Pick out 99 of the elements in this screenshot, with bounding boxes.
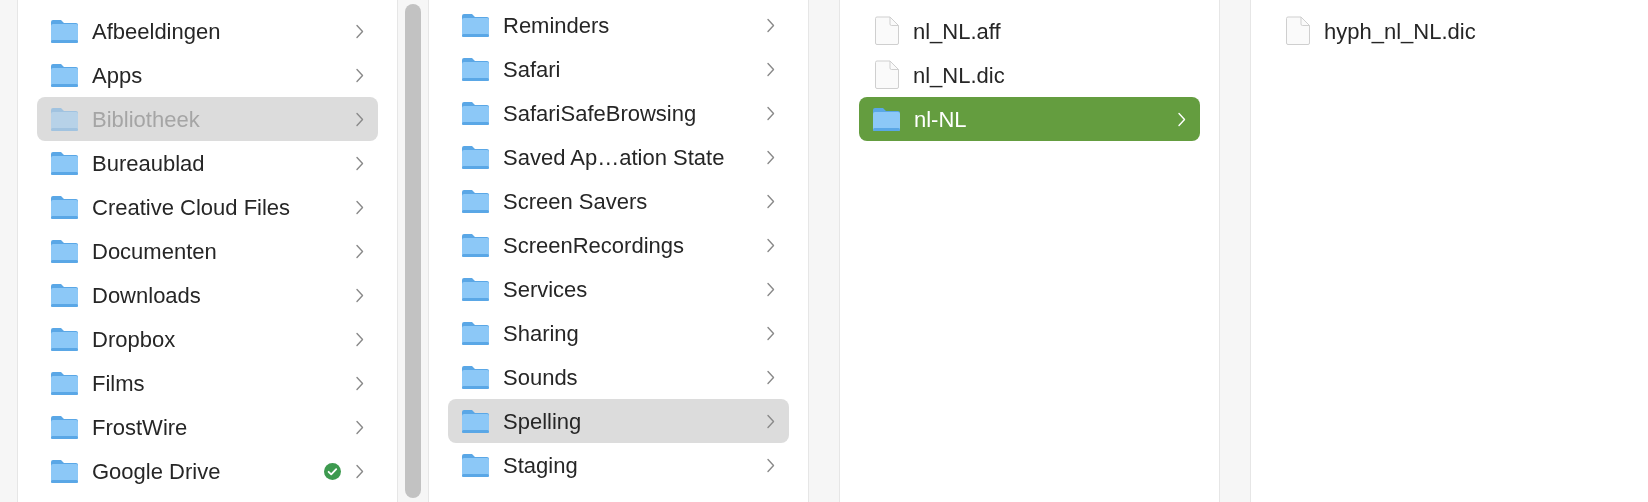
folder-icon: [50, 414, 79, 440]
folder-item[interactable]: Saved Ap…ation State: [448, 135, 789, 179]
item-name: Safari: [503, 55, 562, 84]
chevron-icon: [766, 105, 775, 121]
chevron-icon: [766, 369, 775, 385]
folder-item[interactable]: Screen Savers: [448, 179, 789, 223]
chevron-icon: [766, 281, 775, 297]
file-icon: [874, 16, 900, 46]
file-icon: [874, 60, 900, 90]
item-name: nl_NL.dic: [913, 61, 1006, 90]
folder-icon: [461, 144, 490, 170]
chevron-icon: [355, 111, 364, 127]
folder-icon: [461, 188, 490, 214]
chevron-icon: [355, 23, 364, 39]
item-name: FrostWire: [92, 413, 189, 442]
chevron-icon: [766, 17, 775, 33]
folder-item[interactable]: Services: [448, 267, 789, 311]
folder-item[interactable]: Films: [37, 361, 378, 405]
folder-icon: [461, 232, 490, 258]
folder-item[interactable]: Safari: [448, 47, 789, 91]
folder-icon: [872, 106, 901, 132]
folder-item[interactable]: Creative Cloud Files: [37, 185, 378, 229]
folder-icon: [50, 370, 79, 396]
chevron-icon: [1177, 111, 1186, 127]
chevron-icon: [355, 287, 364, 303]
chevron-icon: [766, 237, 775, 253]
folder-icon: [461, 364, 490, 390]
file-item[interactable]: hyph_nl_NL.dic: [1270, 9, 1611, 53]
folder-icon: [461, 320, 490, 346]
folder-item[interactable]: Afbeeldingen: [37, 9, 378, 53]
folder-item[interactable]: Sharing: [448, 311, 789, 355]
folder-item[interactable]: Staging: [448, 443, 789, 487]
item-name: Reminders: [503, 11, 611, 40]
item-name: ScreenRecordings: [503, 231, 685, 260]
file-item[interactable]: nl_NL.dic: [859, 53, 1200, 97]
chevron-icon: [355, 243, 364, 259]
item-name: Creative Cloud Files: [92, 193, 292, 222]
item-name: nl-NL: [914, 105, 968, 134]
scrollbar-thumb[interactable]: [405, 4, 421, 498]
chevron-icon: [355, 375, 364, 391]
item-name: Services: [503, 275, 589, 304]
file-icon: [1285, 16, 1311, 46]
folder-icon: [461, 12, 490, 38]
folder-icon: [461, 276, 490, 302]
chevron-icon: [766, 413, 775, 429]
folder-icon: [50, 150, 79, 176]
folder-icon: [50, 282, 79, 308]
chevron-icon: [766, 457, 775, 473]
folder-item[interactable]: ScreenRecordings: [448, 223, 789, 267]
folder-icon: [461, 100, 490, 126]
folder-item[interactable]: Documenten: [37, 229, 378, 273]
folder-item[interactable]: Downloads: [37, 273, 378, 317]
folder-icon: [50, 18, 79, 44]
folder-item[interactable]: Reminders: [448, 3, 789, 47]
folder-item[interactable]: Google Drive: [37, 449, 378, 493]
folder-icon: [50, 106, 79, 132]
chevron-icon: [766, 193, 775, 209]
folder-icon: [50, 62, 79, 88]
folder-item[interactable]: Bureaublad: [37, 141, 378, 185]
item-name: nl_NL.aff: [913, 17, 1002, 46]
file-item[interactable]: nl_NL.aff: [859, 9, 1200, 53]
item-name: Apps: [92, 61, 144, 90]
folder-icon: [461, 408, 490, 434]
chevron-icon: [355, 199, 364, 215]
folder-item[interactable]: Dropbox: [37, 317, 378, 361]
chevron-icon: [766, 61, 775, 77]
chevron-icon: [766, 325, 775, 341]
item-name: Bureaublad: [92, 149, 206, 178]
item-name: Screen Savers: [503, 187, 649, 216]
chevron-icon: [766, 149, 775, 165]
folder-item[interactable]: Spelling: [448, 399, 789, 443]
item-name: Sounds: [503, 363, 579, 392]
item-name: Afbeeldingen: [92, 17, 222, 46]
item-name: Downloads: [92, 281, 202, 310]
chevron-icon: [355, 331, 364, 347]
folder-icon: [461, 452, 490, 478]
item-name: Saved Ap…ation State: [503, 143, 726, 172]
folder-icon: [50, 458, 79, 484]
chevron-icon: [355, 419, 364, 435]
item-name: hyph_nl_NL.dic: [1324, 17, 1477, 46]
folder-item[interactable]: FrostWire: [37, 405, 378, 449]
folder-item[interactable]: Sounds: [448, 355, 789, 399]
item-name: Films: [92, 369, 146, 398]
item-name: Spelling: [503, 407, 583, 436]
chevron-icon: [355, 67, 364, 83]
folder-item[interactable]: SafariSafeBrowsing: [448, 91, 789, 135]
item-name: Dropbox: [92, 325, 177, 354]
folder-icon: [461, 56, 490, 82]
item-name: Staging: [503, 451, 579, 480]
item-name: Documenten: [92, 237, 218, 266]
chevron-icon: [355, 463, 364, 479]
item-name: SafariSafeBrowsing: [503, 99, 698, 128]
folder-icon: [50, 326, 79, 352]
folder-icon: [50, 238, 79, 264]
item-name: Sharing: [503, 319, 580, 348]
chevron-icon: [355, 155, 364, 171]
item-name: Google Drive: [92, 457, 222, 486]
folder-item[interactable]: Apps: [37, 53, 378, 97]
folder-icon: [50, 194, 79, 220]
